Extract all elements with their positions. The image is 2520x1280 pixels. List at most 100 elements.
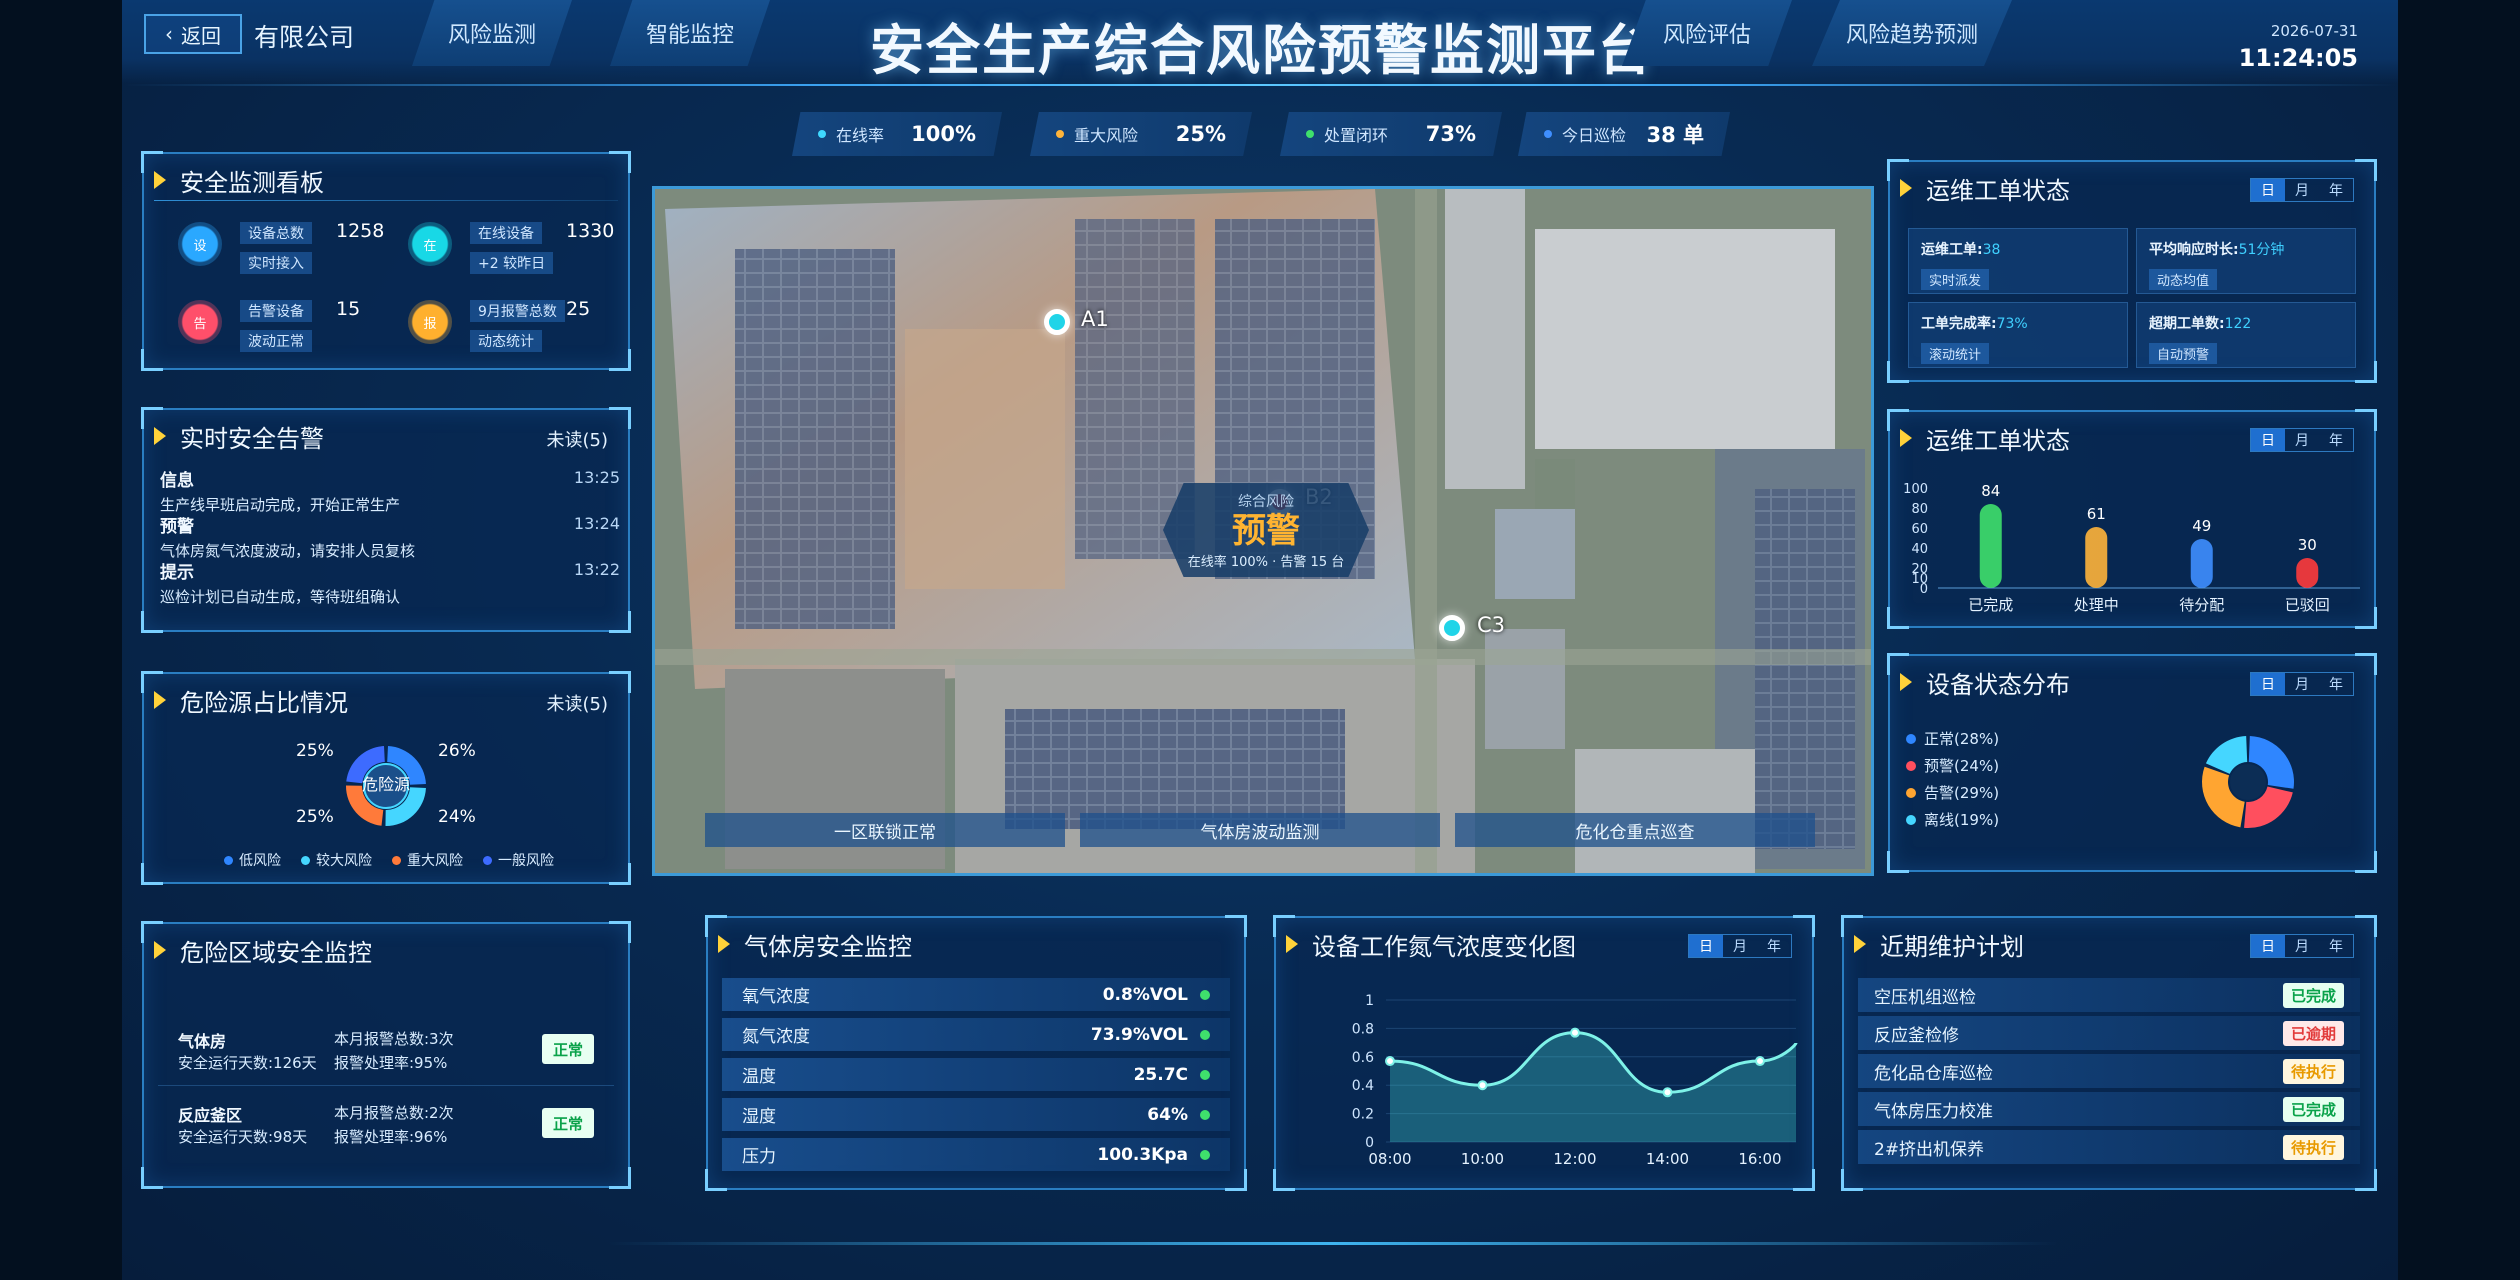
- stat-label: 重大风险: [1074, 126, 1139, 145]
- x-tick-label: 14:00: [1646, 1150, 1689, 1168]
- gas-reading-row[interactable]: 氧气浓度 0.8%VOL: [722, 978, 1230, 1011]
- bar-value-label: 61: [2087, 505, 2106, 523]
- y-tick-label: 0.6: [1352, 1050, 1374, 1066]
- overview-sub: 动态统计: [470, 330, 542, 352]
- tab-risk-trend-forecast[interactable]: 风险趋势预测: [1812, 0, 2012, 66]
- alarm-type: 提示: [160, 563, 194, 583]
- x-tick-label: 12:00: [1553, 1150, 1596, 1168]
- map-marker-c3[interactable]: [1439, 615, 1465, 641]
- work-order-metric[interactable]: 平均响应时长:51分钟 动态均值: [2136, 228, 2356, 294]
- panel-title: 实时安全告警: [154, 418, 324, 454]
- panel-danger-zone: 危险区域安全监控 气体房 安全运行天数:126天 本月报警总数:3次 报警处理率…: [141, 921, 631, 1189]
- overview-total-devices[interactable]: 设 设备总数 1258 实时接入: [178, 214, 384, 280]
- legend-item[interactable]: 低风险: [224, 850, 281, 870]
- tab-risk-monitoring[interactable]: 风险监测: [412, 0, 572, 66]
- overview-label: 告警设备: [240, 300, 312, 322]
- status-badge: 已完成: [2282, 982, 2344, 1008]
- alarm-item[interactable]: 预警 13:24 气体房氮气浓度波动，请安排人员复核: [160, 512, 620, 561]
- overview-monthly-alarms[interactable]: 报 9月报警总数 25 动态统计: [408, 292, 608, 358]
- period-year[interactable]: 年: [2319, 935, 2353, 957]
- legend-item[interactable]: 一般风险: [483, 850, 554, 870]
- legend-item[interactable]: 较大风险: [301, 850, 372, 870]
- panel-maintenance-plan: 近期维护计划 日月年 空压机组巡检 已完成 反应釜检修 已逾期 危化品仓库巡检 待执行…: [1841, 915, 2377, 1191]
- right-bezel: [2398, 0, 2520, 1280]
- warning-level: 预警: [1232, 511, 1300, 551]
- map-marker-a1[interactable]: [1044, 309, 1070, 335]
- panel-work-order-summary: 运维工单状态 日月年 运维工单:38 实时派发 平均响应时长:51分钟 动态均值 工…: [1887, 159, 2377, 383]
- bar: [1979, 504, 2002, 588]
- y-tick-label: 40: [1911, 542, 1928, 557]
- reading-label: 氮气浓度: [742, 1027, 810, 1047]
- header-date: 2026-07-31: [2270, 22, 2358, 40]
- warning-caption: 综合风险: [1238, 494, 1294, 510]
- nitrogen-line-chart: 0 0.2 0.4 0.6 0.8 1 08:00 10:00 12:00 14:00 16:00: [1352, 993, 1798, 1168]
- zone-row[interactable]: 气体房 安全运行天数:126天 本月报警总数:3次 报警处理率:95% 正常: [158, 1016, 614, 1086]
- reading-value: 64%: [1147, 1104, 1188, 1125]
- category-label: 处理中: [2074, 596, 2119, 614]
- alarm-item[interactable]: 信息 13:25 生产线早班启动完成，开始正常生产: [160, 466, 620, 515]
- alarm-item[interactable]: 提示 13:22 巡检计划已自动生成，等待班组确认: [160, 558, 620, 607]
- status-badge: 待执行: [2282, 1058, 2344, 1084]
- stat-dot: [1544, 130, 1552, 138]
- map-band-chem-store[interactable]: 危化仓重点巡查: [1455, 813, 1815, 847]
- reading-label: 氧气浓度: [742, 987, 810, 1007]
- stat-value: 25%: [1175, 122, 1226, 146]
- gas-reading-row[interactable]: 湿度 64%: [722, 1098, 1230, 1131]
- reading-value: 100.3Kpa: [1097, 1144, 1188, 1165]
- legend-item[interactable]: 重大风险: [392, 850, 463, 870]
- overview-value: 1330: [566, 220, 615, 242]
- stat-label: 处置闭环: [1324, 126, 1389, 145]
- map-band-zone1[interactable]: 一区联锁正常: [705, 813, 1065, 847]
- panel-device-status: 设备状态分布 日月年 正常(28%) 预警(24%) 告警(29%) 离线(19…: [1887, 653, 2377, 873]
- reading-label: 压力: [742, 1147, 776, 1167]
- maintenance-item[interactable]: 反应釜检修 已逾期: [1858, 1016, 2360, 1050]
- status-dot-icon: [1200, 1109, 1210, 1120]
- panel-gas-room: 气体房安全监控 氧气浓度 0.8%VOL 氮气浓度 73.9%VOL 温度 25.7C…: [705, 915, 1247, 1191]
- overview-sub: 实时接入: [240, 252, 312, 274]
- alarm-type: 信息: [160, 471, 194, 491]
- maintenance-item[interactable]: 气体房压力校准 已完成: [1858, 1092, 2360, 1126]
- maintenance-item[interactable]: 空压机组巡检 已完成: [1858, 978, 2360, 1012]
- maintenance-item[interactable]: 2#挤出机保养 待执行: [1858, 1130, 2360, 1164]
- y-tick-label: 60: [1911, 522, 1928, 537]
- reading-label: 湿度: [742, 1107, 776, 1127]
- status-dot-icon: [1200, 989, 1210, 1000]
- period-year[interactable]: 年: [2319, 179, 2353, 201]
- chevron-left-icon: ‹: [165, 22, 173, 46]
- zone-handle-rate: 报警处理率:95%: [334, 1054, 448, 1072]
- title-arrow-icon: [718, 935, 730, 953]
- gas-reading-row[interactable]: 温度 25.7C: [722, 1058, 1230, 1091]
- y-tick-label: 0.2: [1352, 1107, 1374, 1123]
- zone-alarm-count: 本月报警总数:2次: [334, 1104, 454, 1122]
- period-month[interactable]: 月: [2285, 935, 2319, 957]
- tab-risk-assessment[interactable]: 风险评估: [1622, 0, 1792, 66]
- reading-value: 0.8%VOL: [1102, 984, 1188, 1005]
- overview-alarm-devices[interactable]: 告 告警设备 15 波动正常: [178, 292, 378, 358]
- unread-count[interactable]: 未读(5): [547, 426, 609, 452]
- work-order-metric[interactable]: 运维工单:38 实时派发: [1908, 228, 2128, 294]
- gas-reading-row[interactable]: 压力 100.3Kpa: [722, 1138, 1230, 1171]
- period-day[interactable]: 日: [2251, 935, 2285, 957]
- stat-closed-loop: 处置闭环 73%: [1280, 112, 1502, 156]
- risk-warning-callout[interactable]: 综合风险 预警 在线率 100% · 告警 15 台: [1163, 483, 1369, 577]
- tab-smart-monitoring[interactable]: 智能监控: [610, 0, 770, 66]
- work-order-metric[interactable]: 超期工单数:122 自动预警: [2136, 302, 2356, 368]
- back-button[interactable]: ‹ 返回: [144, 14, 242, 54]
- satellite-map[interactable]: A1 B2 C3 综合风险 预警 在线率 100% · 告警 15 台 一区联锁…: [652, 186, 1874, 876]
- period-month[interactable]: 月: [2285, 179, 2319, 201]
- overview-online-devices[interactable]: 在 在线设备 1330 +2 较昨日: [408, 214, 614, 280]
- donut-center: [2230, 764, 2266, 800]
- overview-label: 在线设备: [470, 222, 542, 244]
- work-order-metric[interactable]: 工单完成率:73% 滚动统计: [1908, 302, 2128, 368]
- zone-row[interactable]: 反应釜区 安全运行天数:98天 本月报警总数:2次 报警处理率:96% 正常: [158, 1090, 614, 1160]
- period-day[interactable]: 日: [2251, 179, 2285, 201]
- top-header: ‹ 返回 有限公司 风险监测 智能监控 安全生产综合风险预警监测平台 风险评估 …: [122, 0, 2398, 84]
- reading-value: 73.9%VOL: [1090, 1024, 1188, 1045]
- left-bezel: [0, 0, 122, 1280]
- maintenance-item[interactable]: 危化品仓库巡检 待执行: [1858, 1054, 2360, 1088]
- stat-daily-inspection: 今日巡检 38 单: [1518, 112, 1730, 156]
- alarm-icon: 告: [178, 300, 222, 344]
- gas-reading-row[interactable]: 氮气浓度 73.9%VOL: [722, 1018, 1230, 1051]
- status-badge: 已逾期: [2282, 1020, 2344, 1046]
- map-band-gas-room[interactable]: 气体房波动监测: [1080, 813, 1440, 847]
